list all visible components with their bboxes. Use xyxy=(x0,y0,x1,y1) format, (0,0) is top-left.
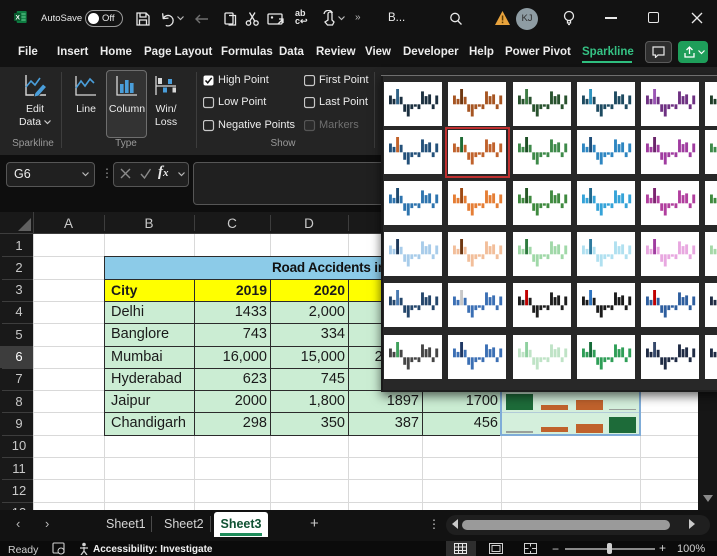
svg-text:X: X xyxy=(15,14,20,21)
